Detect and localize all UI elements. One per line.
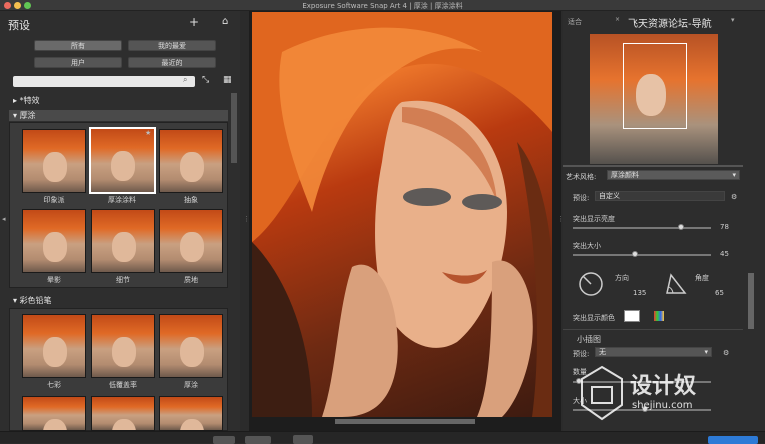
preset-thumb[interactable]	[91, 314, 155, 378]
divider	[563, 165, 743, 167]
painting-svg	[252, 12, 552, 417]
preset-label: 细节	[116, 276, 130, 284]
divider	[563, 329, 743, 330]
navigator-viewport[interactable]	[623, 43, 687, 129]
preset-thumb[interactable]	[22, 209, 86, 273]
preset-thumb[interactable]	[159, 396, 223, 431]
search-input[interactable]	[13, 76, 195, 87]
direction-dial-icon[interactable]	[578, 271, 604, 297]
watermark-url: shejinu.com	[632, 400, 693, 411]
preset-label: 厚涂涂料	[108, 196, 136, 204]
highlight-size-knob[interactable]	[632, 251, 639, 257]
preset-thumb[interactable]	[159, 209, 223, 273]
painting-image	[252, 12, 552, 417]
small-preset-options-icon[interactable]: ⚙	[723, 349, 729, 357]
search-icon: ⌕	[183, 75, 188, 84]
filter-recent-button[interactable]: 最近的	[128, 57, 216, 68]
preset-thumb[interactable]	[22, 314, 86, 378]
navigator-thumbnail[interactable]	[590, 34, 718, 164]
section-colored-pencil[interactable]: ▾ 彩色铅笔	[9, 295, 228, 306]
highlight-brightness-value: 78	[720, 223, 729, 231]
filter-all-button[interactable]: 所有	[34, 40, 122, 51]
home-icon[interactable]: ⌂	[222, 16, 228, 27]
highlight-color-swatch[interactable]	[624, 310, 640, 322]
preset-label: 预设:	[573, 194, 590, 202]
left-panel-toggle-icon[interactable]: ◂	[2, 215, 6, 223]
canvas-horizontal-scrollbar[interactable]	[335, 419, 475, 424]
presets-panel: 预设 + ⌂ 所有 我的最爱 用户 最近的 ⌕ ⤡ ▦ ▸ *特效 ▾ 厚涂 印…	[0, 11, 240, 431]
highlight-size-slider[interactable]	[573, 254, 711, 256]
preset-thumb[interactable]	[22, 396, 86, 431]
grid-view-icon[interactable]: ▦	[223, 75, 232, 85]
section-impasto[interactable]: ▾ 厚涂	[9, 110, 228, 121]
preset-label: 低覆盖率	[109, 381, 137, 389]
style-dropdown[interactable]: 厚涂颜料 ▾	[607, 170, 740, 180]
small-preset-dropdown[interactable]: 无 ▾	[595, 347, 712, 357]
collapse-all-icon[interactable]: ⤡	[202, 75, 209, 85]
direction-value: 135	[633, 289, 647, 297]
small-illustration-label: 小插图	[577, 335, 601, 344]
angle-label: 角度	[695, 274, 709, 282]
highlight-size-label: 突出大小	[573, 242, 601, 250]
preset-thumb[interactable]	[91, 209, 155, 273]
color-picker-icon[interactable]	[654, 311, 664, 321]
highlight-color-label: 突出显示颜色	[573, 314, 615, 322]
plus-icon[interactable]: +	[189, 15, 199, 29]
angle-value: 65	[715, 289, 724, 297]
preset-label: 印象派	[43, 196, 65, 204]
section-effects[interactable]: ▸ *特效	[9, 95, 228, 106]
preset-label: 七彩	[47, 381, 61, 389]
small-preset-label: 预设:	[573, 350, 590, 358]
filter-favorites-button[interactable]: 我的最爱	[128, 40, 216, 51]
preset-thumb[interactable]	[159, 314, 223, 378]
angle-dial-icon[interactable]	[663, 271, 689, 297]
preset-thumb[interactable]	[22, 129, 86, 193]
preset-thumb[interactable]	[159, 129, 223, 193]
bottom-toolbar	[0, 431, 765, 444]
panel-menu-icon[interactable]: ▾	[731, 16, 735, 24]
filter-user-button[interactable]: 用户	[34, 57, 122, 68]
chevron-down-icon: ▾	[732, 171, 736, 179]
watermark-text: 设计奴	[630, 374, 697, 399]
highlight-size-value: 45	[720, 250, 729, 258]
presets-scrollbar[interactable]	[231, 93, 237, 163]
tab-navigator[interactable]: 飞天资源论坛-导航	[628, 15, 712, 30]
preset-thumb[interactable]	[91, 396, 155, 431]
tab-fit[interactable]: 适合	[568, 17, 582, 27]
preset-dropdown[interactable]: 自定义	[595, 191, 725, 201]
tab-separator: ×	[615, 16, 621, 23]
title-bar: Exposure Software Snap Art 4 | 厚涂 | 厚涂涂料	[0, 0, 765, 11]
panel-title: 预设	[8, 19, 30, 32]
splitter-handle-icon[interactable]: ⋮	[243, 215, 250, 223]
window-title: Exposure Software Snap Art 4 | 厚涂 | 厚涂涂料	[302, 2, 463, 10]
preset-label: 晕影	[47, 276, 61, 284]
preset-label: 厚涂	[184, 381, 198, 389]
settings-scrollbar[interactable]	[748, 273, 754, 329]
preset-thumb-selected[interactable]	[89, 127, 156, 194]
preset-label: 质地	[184, 276, 198, 284]
direction-label: 方向	[615, 274, 629, 282]
preset-label: 抽象	[184, 196, 198, 204]
preset-options-icon[interactable]: ⚙	[731, 193, 737, 201]
style-label: 艺术风格:	[566, 173, 597, 181]
highlight-brightness-slider[interactable]	[573, 227, 711, 229]
favorite-star-icon[interactable]: ★	[145, 129, 151, 137]
highlight-brightness-label: 突出显示亮度	[573, 215, 615, 223]
chevron-down-icon: ▾	[704, 348, 708, 356]
highlight-brightness-knob[interactable]	[677, 224, 684, 230]
watermark-logo-icon	[581, 365, 623, 421]
